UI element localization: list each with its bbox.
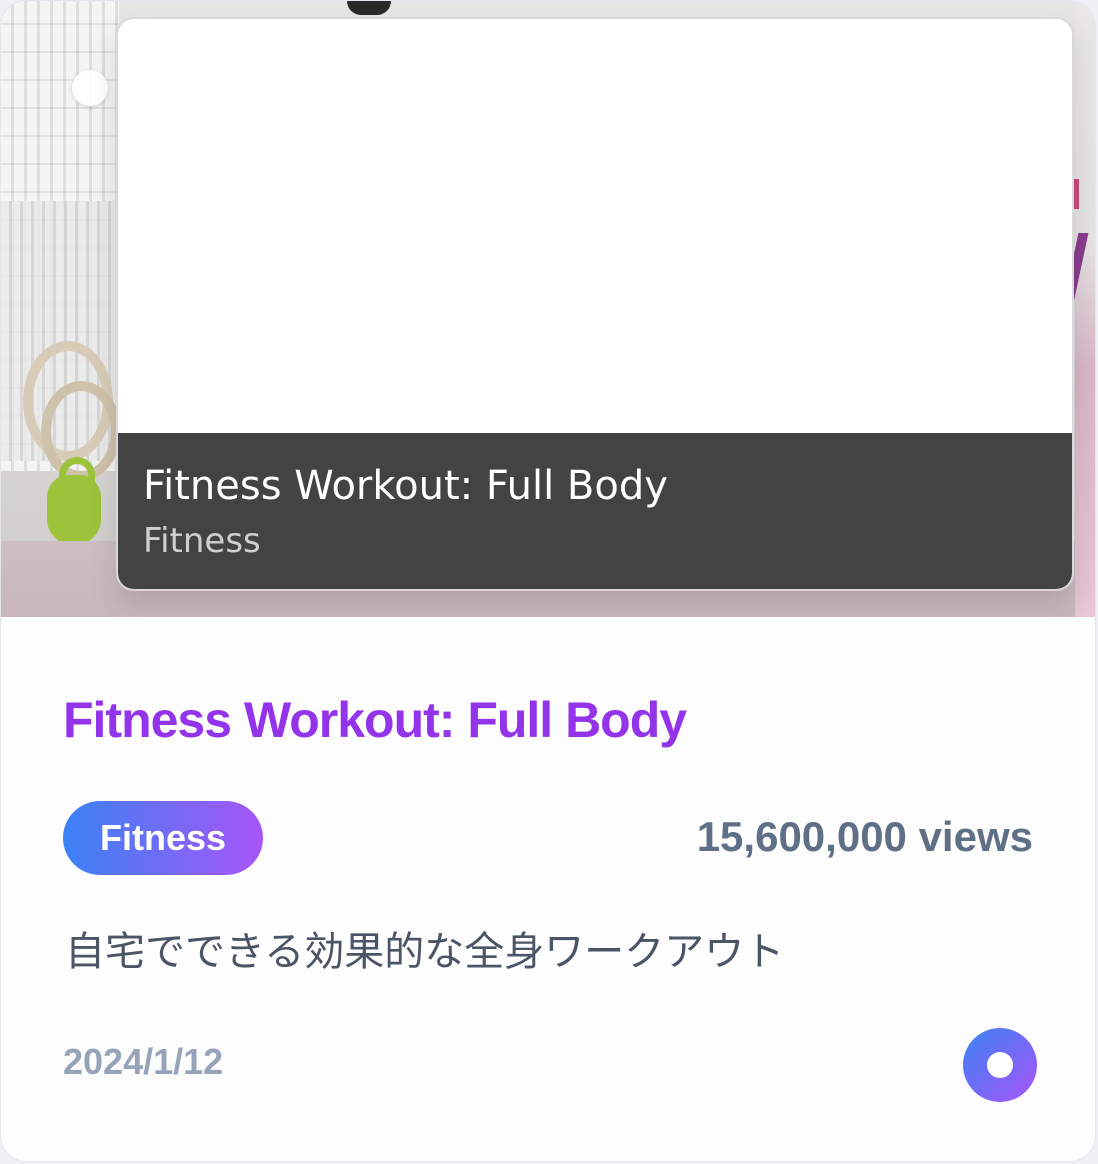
view-count: 15,600,000 views (696, 813, 1033, 860)
thumbnail-right-edge (1075, 1, 1095, 617)
record-dot-icon[interactable] (963, 1028, 1037, 1102)
category-tag[interactable]: Fitness (63, 801, 263, 875)
video-thumbnail[interactable]: Fitness Workout: Full Body Fitness (1, 1, 1095, 617)
video-title[interactable]: Fitness Workout: Full Body (63, 691, 687, 749)
preview-title: Fitness Workout: Full Body (143, 463, 668, 509)
video-preview-popover[interactable]: Fitness Workout: Full Body Fitness (116, 17, 1074, 591)
video-card[interactable]: Fitness Workout: Full Body Fitness Fitne… (0, 0, 1096, 1162)
thumbnail-kettlebell (47, 457, 101, 545)
publish-date: 2024/1/12 (63, 1041, 224, 1082)
video-description: 自宅でできる効果的な全身ワークアウト (65, 929, 785, 975)
preview-subtitle: Fitness (143, 521, 261, 561)
record-dot-inner (987, 1052, 1013, 1078)
circle-indicator-icon[interactable] (72, 70, 108, 106)
preview-info-bar: Fitness Workout: Full Body Fitness (118, 433, 1072, 589)
thumbnail-person-head (347, 1, 391, 15)
